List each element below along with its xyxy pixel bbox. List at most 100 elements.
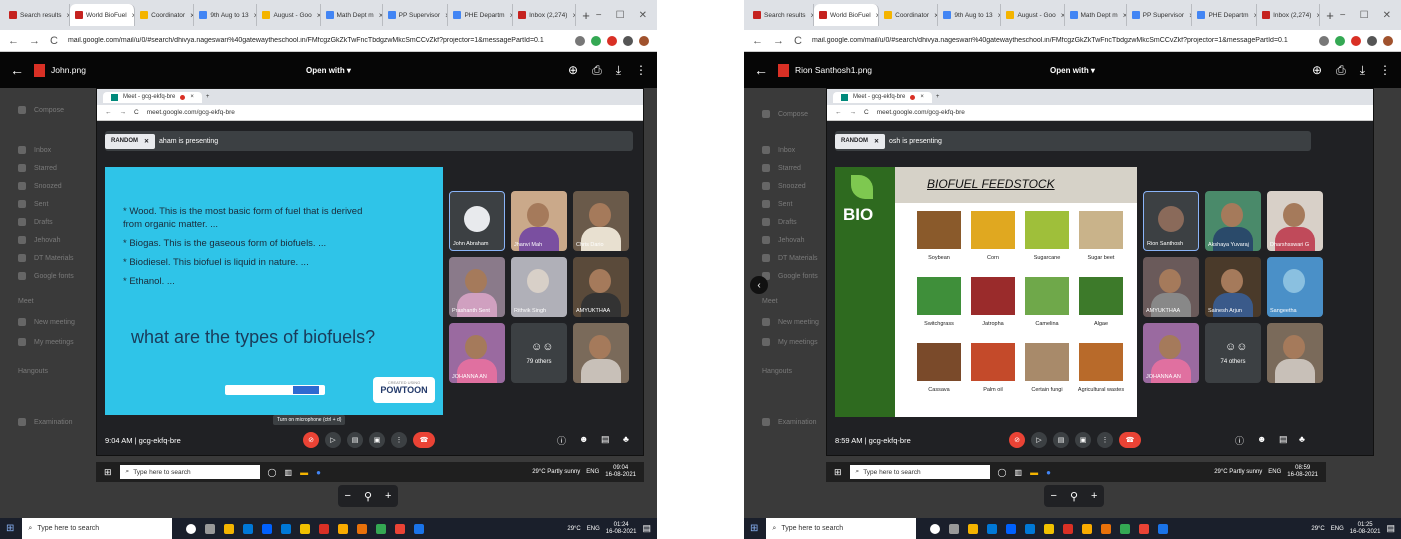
url-field[interactable]: mail.google.com/mail/u/0/#search/dhivya.… [68, 37, 565, 44]
participant-tile[interactable]: AMYUKTHAA [573, 257, 629, 317]
browser-tab[interactable]: PP Supervisor× [383, 4, 449, 26]
forward-icon[interactable]: → [120, 109, 127, 116]
present-button[interactable]: ▣ [1075, 432, 1091, 448]
browser-tab[interactable]: PHE Departm× [448, 4, 514, 26]
sidebar-item-label[interactable]: DT Materials [18, 254, 74, 262]
chat-icon[interactable]: ▤ [1279, 434, 1288, 445]
reload-icon[interactable]: C [50, 35, 58, 47]
app-icon[interactable] [395, 523, 406, 534]
profile-avatar[interactable] [1383, 35, 1393, 46]
sidebar-item-new-meeting[interactable]: New meeting [762, 318, 819, 326]
close-icon[interactable]: ✕ [874, 138, 879, 145]
reload-icon[interactable]: C [864, 109, 869, 116]
meet-tab[interactable]: Meet - gcg-ekfq-bre × [103, 91, 202, 103]
sidebar-item-label[interactable]: Google fonts [18, 272, 74, 280]
taskbar-app-icon[interactable]: ▥ [1015, 468, 1023, 477]
back-arrow-icon[interactable]: ← [754, 62, 768, 78]
sidebar-item-sent[interactable]: Sent [18, 200, 48, 208]
sidebar-item-label[interactable]: Jehovah [18, 236, 60, 244]
participant-tile[interactable]: John Abraham [449, 191, 505, 251]
zoom-in-button[interactable]: + [385, 490, 391, 502]
file-explorer-icon[interactable] [968, 523, 979, 534]
more-icon[interactable]: ⋮ [635, 63, 647, 78]
random-badge[interactable]: RANDOM ✕ [835, 133, 886, 149]
back-icon[interactable]: ← [105, 109, 112, 116]
task-view-icon[interactable] [949, 523, 960, 534]
new-tab-button[interactable]: + [1320, 8, 1340, 23]
participant-tile[interactable]: Rion Santhosh [1143, 191, 1199, 251]
more-options-button[interactable]: ⋮ [391, 432, 407, 448]
minimize-icon[interactable]: − [1340, 10, 1346, 21]
meet-url-field[interactable]: meet.google.com/gcg-ekfq-bre [147, 109, 235, 116]
back-icon[interactable]: ← [752, 35, 763, 47]
inner-search-box[interactable]: ⌕ Type here to search [849, 465, 990, 479]
meet-url-field[interactable]: meet.google.com/gcg-ekfq-bre [877, 109, 965, 116]
url-field[interactable]: mail.google.com/mail/u/0/#search/dhivya.… [812, 37, 1309, 44]
firefox-icon[interactable] [1101, 523, 1112, 534]
new-tab-button[interactable]: + [576, 8, 596, 23]
sidebar-item-snoozed[interactable]: Snoozed [762, 182, 806, 190]
notification-icon[interactable]: ▤ [642, 523, 651, 534]
app-icon[interactable] [414, 523, 425, 534]
download-icon[interactable]: ⤓ [616, 63, 621, 78]
close-icon[interactable]: × [920, 94, 924, 100]
participant-tile[interactable]: JOHANNA AN [449, 323, 505, 383]
minimize-icon[interactable]: − [596, 10, 602, 21]
sidebar-item-examination[interactable]: Examination [18, 418, 73, 426]
participant-tile[interactable]: Sainesh Arjun [1205, 257, 1261, 317]
file-explorer-icon[interactable] [224, 523, 235, 534]
info-icon[interactable]: ⓘ [1235, 434, 1244, 447]
browser-tab[interactable]: Search results× [4, 4, 70, 26]
participant-tile[interactable] [573, 323, 629, 383]
task-view-icon[interactable] [205, 523, 216, 534]
sidebar-item-label[interactable]: Google fonts [762, 272, 818, 280]
app-icon[interactable] [1139, 523, 1150, 534]
browser-tab-active[interactable]: World BioFuel× [813, 4, 880, 26]
windows-start-icon[interactable]: ⊞ [6, 523, 14, 534]
windows-start-icon[interactable]: ⊞ [104, 467, 112, 478]
browser-tab[interactable]: Search results× [748, 4, 814, 26]
star-icon[interactable] [1319, 35, 1329, 46]
browser-tab[interactable]: PHE Departm× [1192, 4, 1258, 26]
chrome-icon[interactable] [1120, 523, 1131, 534]
taskbar-app-icon[interactable]: ▥ [285, 468, 293, 477]
task-view-icon[interactable]: ◯ [268, 468, 277, 477]
sidebar-item-starred[interactable]: Starred [762, 164, 801, 172]
app-icon[interactable] [1082, 523, 1093, 534]
more-options-button[interactable]: ⋮ [1097, 432, 1113, 448]
chat-icon[interactable]: ▤ [601, 434, 610, 445]
info-icon[interactable]: ⓘ [557, 434, 566, 447]
participant-tile[interactable]: Prashanth Sent [449, 257, 505, 317]
close-window-icon[interactable]: ✕ [1383, 10, 1391, 21]
puzzle-icon[interactable] [1367, 35, 1377, 46]
participant-tile[interactable]: Akshaya Yuvaraj [1205, 191, 1261, 251]
sidebar-item-snoozed[interactable]: Snoozed [18, 182, 62, 190]
reload-icon[interactable]: C [134, 109, 139, 116]
zoom-icon[interactable]: ⚲ [1070, 490, 1078, 503]
notification-icon[interactable]: ▤ [1386, 523, 1395, 534]
app-icon[interactable] [338, 523, 349, 534]
browser-tab[interactable]: Inbox (2,274)× [513, 4, 577, 26]
others-tile[interactable]: ☺☺ 74 others [1205, 323, 1261, 383]
powtoon-signup-button[interactable] [293, 386, 319, 394]
hangup-button[interactable]: ☎ [1119, 432, 1141, 448]
task-view-icon[interactable]: ◯ [998, 468, 1007, 477]
sidebar-item-drafts[interactable]: Drafts [762, 218, 797, 226]
taskbar-search-box[interactable]: ⌕ Type here to search [766, 518, 917, 539]
sidebar-item-inbox[interactable]: Inbox [18, 146, 51, 154]
browser-tab-active[interactable]: World BioFuel× [69, 4, 136, 26]
sidebar-item-compose[interactable]: Compose [762, 110, 808, 118]
activities-icon[interactable]: ♣ [623, 434, 629, 444]
dropbox-icon[interactable] [262, 523, 273, 534]
previous-chevron-icon[interactable]: ‹ [750, 276, 768, 294]
sidebar-item-label[interactable]: Jehovah [762, 236, 804, 244]
inner-search-box[interactable]: ⌕ Type here to search [119, 465, 260, 479]
camera-button[interactable]: ▷ [325, 432, 341, 448]
new-tab-button[interactable]: + [936, 94, 940, 100]
back-icon[interactable]: ← [8, 35, 19, 47]
app-icon[interactable] [300, 523, 311, 534]
extension-icon[interactable] [1335, 35, 1345, 46]
open-with-button[interactable]: Open with ▾ [306, 66, 351, 75]
zoom-out-button[interactable]: − [1051, 490, 1057, 502]
puzzle-icon[interactable] [623, 35, 633, 46]
